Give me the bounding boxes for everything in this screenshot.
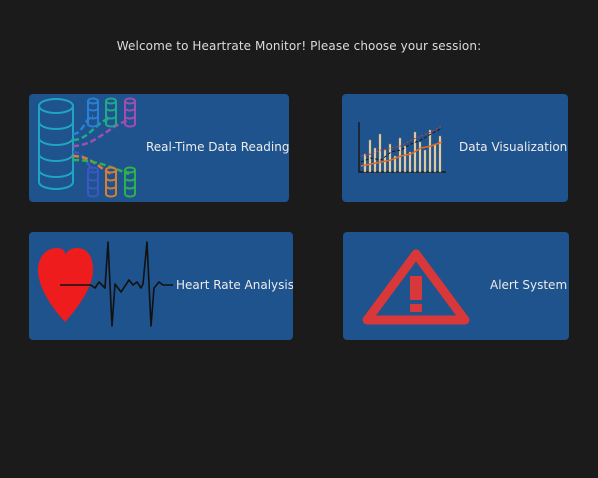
heart-ecg-icon xyxy=(38,241,173,327)
data-visualization-button[interactable]: Data Visualization xyxy=(342,94,568,202)
alert-system-label: Alert System xyxy=(490,278,568,292)
data-visualization-label: Data Visualization xyxy=(459,140,568,154)
heart-rate-analysis-label: Heart Rate Analysis xyxy=(176,278,293,292)
welcome-message: Welcome to Heartrate Monitor! Please cho… xyxy=(116,39,482,53)
realtime-data-reading-button[interactable]: Real-Time Data Reading xyxy=(29,94,289,202)
warning-triangle-icon xyxy=(362,249,470,325)
heart-rate-analysis-button[interactable]: Heart Rate Analysis xyxy=(29,232,293,340)
database-streams-icon xyxy=(38,97,136,198)
realtime-data-reading-label: Real-Time Data Reading xyxy=(146,140,289,154)
chart-icon xyxy=(356,120,448,176)
alert-system-button[interactable]: Alert System xyxy=(343,232,569,340)
